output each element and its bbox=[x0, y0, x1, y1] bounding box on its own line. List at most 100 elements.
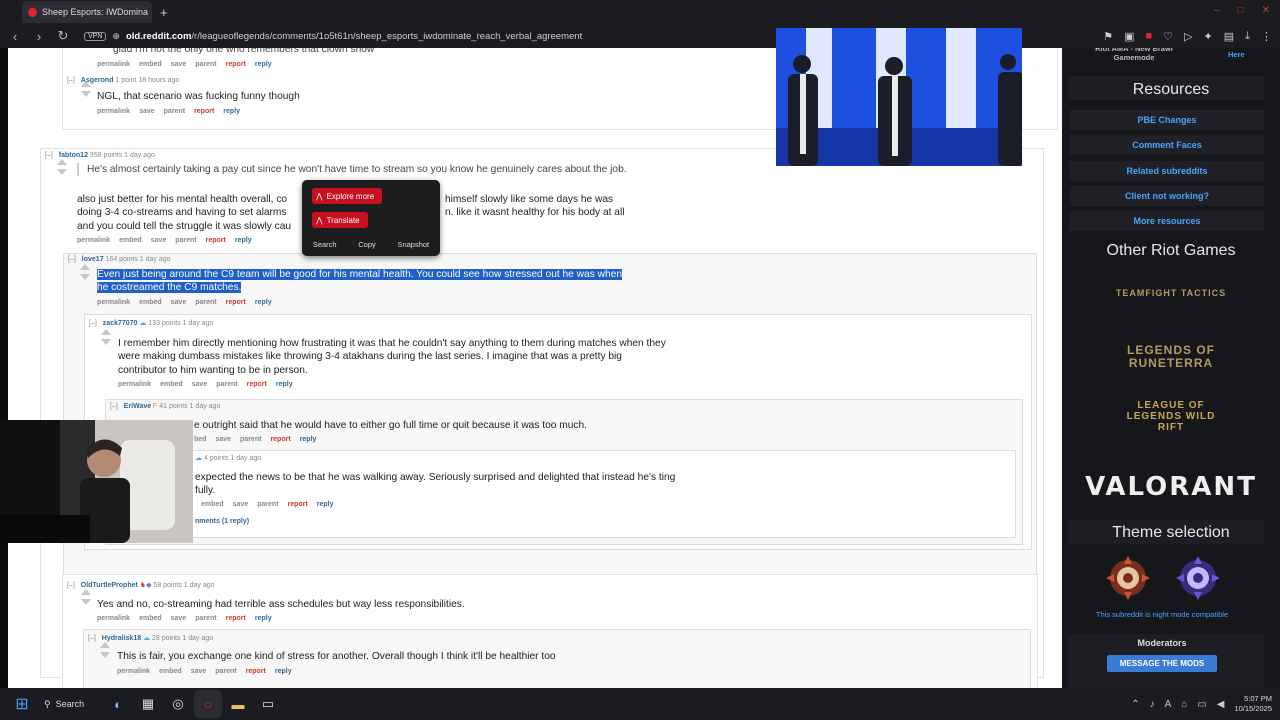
permalink-link[interactable]: permalink bbox=[118, 381, 151, 388]
report-link[interactable]: report bbox=[226, 61, 246, 68]
vpn-badge[interactable]: VPN bbox=[84, 31, 107, 41]
save-link[interactable]: save bbox=[215, 436, 231, 443]
embed-link[interactable]: embed bbox=[201, 501, 224, 508]
permalink-link[interactable]: permalink bbox=[117, 668, 150, 675]
windows-start-icon[interactable]: ⊞ bbox=[8, 690, 36, 718]
search-action[interactable]: Search bbox=[313, 240, 337, 249]
reply-link[interactable]: reply bbox=[300, 436, 317, 443]
report-link[interactable]: report bbox=[246, 668, 266, 675]
heart-icon[interactable]: ♡ bbox=[1163, 30, 1173, 43]
reply-link[interactable]: reply bbox=[235, 237, 252, 244]
report-link[interactable]: report bbox=[270, 436, 290, 443]
downvote-icon[interactable] bbox=[81, 599, 91, 605]
report-link[interactable]: report bbox=[194, 108, 214, 115]
download-icon[interactable]: ⤓ bbox=[1245, 30, 1250, 43]
network-icon[interactable]: ⌂ bbox=[1181, 699, 1187, 710]
sidebar-icon[interactable]: ▤ bbox=[1224, 30, 1234, 43]
day-theme-icon[interactable] bbox=[1106, 556, 1150, 600]
save-link[interactable]: save bbox=[171, 61, 187, 68]
runeterra-logo[interactable]: LEGENDS OF RUNETERRA bbox=[1096, 344, 1246, 370]
author-link[interactable]: zack77070 bbox=[103, 320, 138, 327]
reply-link[interactable]: reply bbox=[317, 501, 334, 508]
back-icon[interactable]: ‹ bbox=[6, 29, 24, 44]
report-link[interactable]: report bbox=[226, 615, 246, 622]
downvote-icon[interactable] bbox=[101, 339, 111, 345]
upvote-icon[interactable] bbox=[100, 642, 110, 648]
parent-link[interactable]: parent bbox=[240, 436, 261, 443]
embed-link[interactable]: embed bbox=[159, 668, 182, 675]
lock-icon[interactable]: ⊕ bbox=[112, 31, 120, 42]
upvote-icon[interactable] bbox=[81, 589, 91, 595]
embed-link[interactable]: embed bbox=[139, 61, 162, 68]
reply-link[interactable]: reply bbox=[255, 299, 272, 306]
volume-icon[interactable]: ◀ bbox=[1217, 699, 1225, 710]
menu-icon[interactable]: ⋮ bbox=[1261, 30, 1272, 43]
vote-arrows[interactable] bbox=[100, 642, 110, 664]
close-window-icon[interactable]: ✕ bbox=[1262, 5, 1270, 16]
camera-icon[interactable]: ▣ bbox=[1124, 30, 1134, 43]
forward-icon[interactable]: › bbox=[30, 29, 48, 44]
new-tab-icon[interactable]: + bbox=[160, 5, 168, 20]
resource-link[interactable]: PBE Changes bbox=[1070, 110, 1264, 130]
collapse-toggle[interactable]: [–] bbox=[45, 152, 53, 159]
embed-link[interactable]: embed bbox=[139, 299, 162, 306]
resource-link[interactable]: Related subreddits bbox=[1070, 161, 1264, 181]
opera-gx-icon[interactable]: ○ bbox=[194, 690, 222, 718]
report-link[interactable]: report bbox=[247, 381, 267, 388]
vote-arrows[interactable] bbox=[81, 589, 91, 611]
downvote-icon[interactable] bbox=[57, 169, 67, 175]
embed-link[interactable]: embed bbox=[139, 615, 162, 622]
valorant-logo[interactable]: VALORANT bbox=[1062, 472, 1280, 502]
parent-link[interactable]: parent bbox=[195, 615, 216, 622]
reply-link[interactable]: reply bbox=[276, 381, 293, 388]
permalink-link[interactable]: permalink bbox=[97, 299, 130, 306]
minimize-icon[interactable]: – bbox=[1214, 5, 1220, 16]
vote-arrows[interactable] bbox=[80, 264, 90, 286]
tft-logo[interactable]: TEAMFIGHT TACTICS bbox=[1091, 288, 1251, 298]
permalink-link[interactable]: permalink bbox=[97, 108, 130, 115]
report-link[interactable]: report bbox=[226, 299, 246, 306]
save-link[interactable]: save bbox=[233, 501, 249, 508]
author-link[interactable]: EriWave bbox=[124, 403, 151, 410]
parent-link[interactable]: parent bbox=[195, 299, 216, 306]
parent-link[interactable]: parent bbox=[215, 668, 236, 675]
clock[interactable]: 5:07 PM 10/15/2025 bbox=[1234, 694, 1272, 714]
collapse-toggle[interactable]: [–] bbox=[110, 403, 118, 410]
collapse-toggle[interactable]: [–] bbox=[88, 635, 96, 642]
collapse-toggle[interactable]: [–] bbox=[67, 77, 75, 84]
copy-action[interactable]: Copy bbox=[358, 240, 376, 249]
embed-link[interactable]: embed bbox=[119, 237, 142, 244]
upvote-icon[interactable] bbox=[81, 81, 91, 87]
message-mods-button[interactable]: MESSAGE THE MODS bbox=[1107, 655, 1217, 672]
display-icon[interactable]: ▭ bbox=[1197, 699, 1206, 710]
taskbar-search[interactable]: ⚲ Search bbox=[44, 699, 102, 710]
report-link[interactable]: report bbox=[288, 501, 308, 508]
collapse-toggle[interactable]: [–] bbox=[67, 582, 75, 589]
explore-more-button[interactable]: ⋀ Explore more bbox=[312, 188, 383, 204]
parent-link[interactable]: parent bbox=[195, 61, 216, 68]
file-explorer-icon[interactable]: ▬ bbox=[224, 690, 252, 718]
save-link[interactable]: save bbox=[171, 615, 187, 622]
chevron-up-icon[interactable]: ⌃ bbox=[1131, 699, 1139, 710]
url-field[interactable]: VPN ⊕ old.reddit.com/r/leagueoflegends/c… bbox=[84, 27, 764, 45]
save-link[interactable]: save bbox=[151, 237, 167, 244]
maximize-icon[interactable]: □ bbox=[1238, 5, 1244, 16]
parent-link[interactable]: parent bbox=[164, 108, 185, 115]
copilot-icon[interactable]: ◐ bbox=[104, 690, 132, 718]
author-link[interactable]: Hydralisk18 bbox=[102, 635, 141, 642]
downvote-icon[interactable] bbox=[81, 91, 91, 97]
permalink-link[interactable]: permalink bbox=[77, 237, 110, 244]
reply-link[interactable]: reply bbox=[255, 615, 272, 622]
parent-link[interactable]: parent bbox=[175, 237, 196, 244]
vote-arrows[interactable] bbox=[101, 329, 111, 351]
more-comments-link[interactable]: nments (1 reply) bbox=[195, 518, 249, 525]
reload-icon[interactable]: ↻ bbox=[54, 28, 72, 44]
permalink-link[interactable]: permalink bbox=[97, 61, 130, 68]
author-link[interactable]: OldTurtleProphet bbox=[81, 582, 138, 589]
author-link[interactable]: fabton12 bbox=[59, 152, 88, 159]
embed-link[interactable]: embed bbox=[160, 381, 183, 388]
upvote-icon[interactable] bbox=[80, 264, 90, 270]
vote-arrows[interactable] bbox=[57, 159, 67, 181]
author-link[interactable]: love17 bbox=[82, 256, 104, 263]
reply-link[interactable]: reply bbox=[275, 668, 292, 675]
